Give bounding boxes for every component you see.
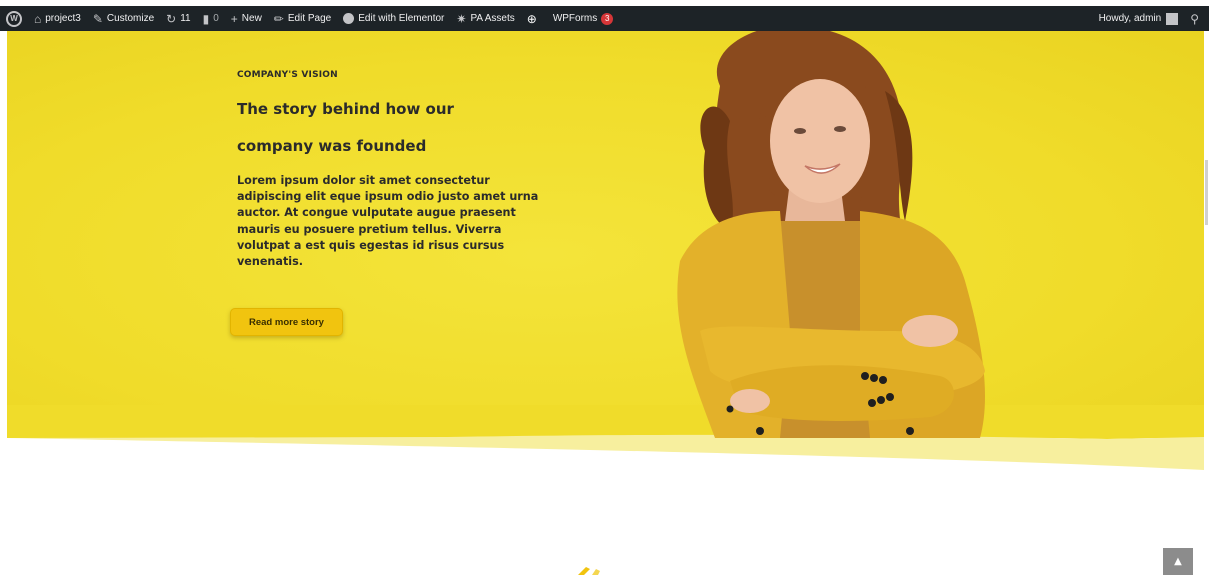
edit-page-label: Edit Page <box>287 13 332 24</box>
section-kicker: COMPANY'S VISION <box>237 70 338 80</box>
edit-elementor-label: Edit with Elementor <box>358 13 445 24</box>
hero-content: COMPANY'S VISION The story behind how ou… <box>237 70 567 268</box>
hero-body-text: Lorem ipsum dolor sit amet consectetur a… <box>237 174 539 269</box>
comments-count: 0 <box>213 13 219 24</box>
hero-section <box>7 31 1204 438</box>
edit-page-link[interactable]: ✏ Edit Page <box>268 6 337 31</box>
wpforms-label: WPForms <box>552 13 598 24</box>
page-scrollbar[interactable] <box>1205 160 1208 225</box>
comments-link[interactable]: ▮ 0 <box>197 6 225 31</box>
cursor-icon: ⊕ <box>526 11 537 26</box>
customize-label: Customize <box>106 13 155 24</box>
cursor-indicator: ⊕ <box>521 6 547 31</box>
wpforms-menu[interactable]: WPForms 3 <box>547 6 619 31</box>
chevron-up-icon: ▲ <box>1174 556 1182 567</box>
pa-assets-menu[interactable]: ✷ PA Assets <box>450 6 520 31</box>
refresh-icon: ↻ <box>166 11 177 26</box>
hero-title-line2: company was founded <box>237 137 427 155</box>
pencil-icon: ✏ <box>273 11 284 26</box>
new-label: New <box>241 13 262 24</box>
avatar <box>1166 12 1179 25</box>
search-button[interactable]: ⚲ <box>1184 6 1209 31</box>
new-content-menu[interactable]: + New <box>225 6 268 31</box>
brush-icon: ✎ <box>92 11 103 26</box>
customize-link[interactable]: ✎ Customize <box>87 6 160 31</box>
wordpress-icon: W <box>6 10 22 27</box>
wpforms-badge: 3 <box>601 12 614 25</box>
site-name-menu[interactable]: ⌂ project3 <box>28 6 87 31</box>
admin-bar: W ⌂ project3 ✎ Customize ↻ 11 ▮ 0 + New … <box>0 6 1209 31</box>
account-menu[interactable]: Howdy, admin <box>1093 6 1185 31</box>
woman-photo <box>660 24 1000 438</box>
edit-elementor-link[interactable]: Edit with Elementor <box>337 6 450 31</box>
hero-wave-divider <box>7 405 1204 470</box>
partial-logo-icon <box>578 567 600 575</box>
pa-assets-label: PA Assets <box>470 13 515 24</box>
read-more-story-button[interactable]: Read more story <box>230 308 343 336</box>
comment-icon: ▮ <box>202 11 210 26</box>
howdy-label: Howdy, admin <box>1098 13 1162 24</box>
dashboard-icon: ⌂ <box>34 11 42 26</box>
hero-title-line1: The story behind how our <box>237 100 454 118</box>
site-name-label: project3 <box>45 13 81 24</box>
elementor-icon <box>343 13 355 24</box>
updates-count: 11 <box>180 13 191 24</box>
search-icon: ⚲ <box>1190 11 1199 26</box>
updates-link[interactable]: ↻ 11 <box>160 6 196 31</box>
gear-icon: ✷ <box>456 11 467 26</box>
plus-icon: + <box>230 11 238 26</box>
wp-logo-menu[interactable]: W <box>0 6 28 31</box>
back-to-top-button[interactable]: ▲ <box>1163 548 1193 575</box>
